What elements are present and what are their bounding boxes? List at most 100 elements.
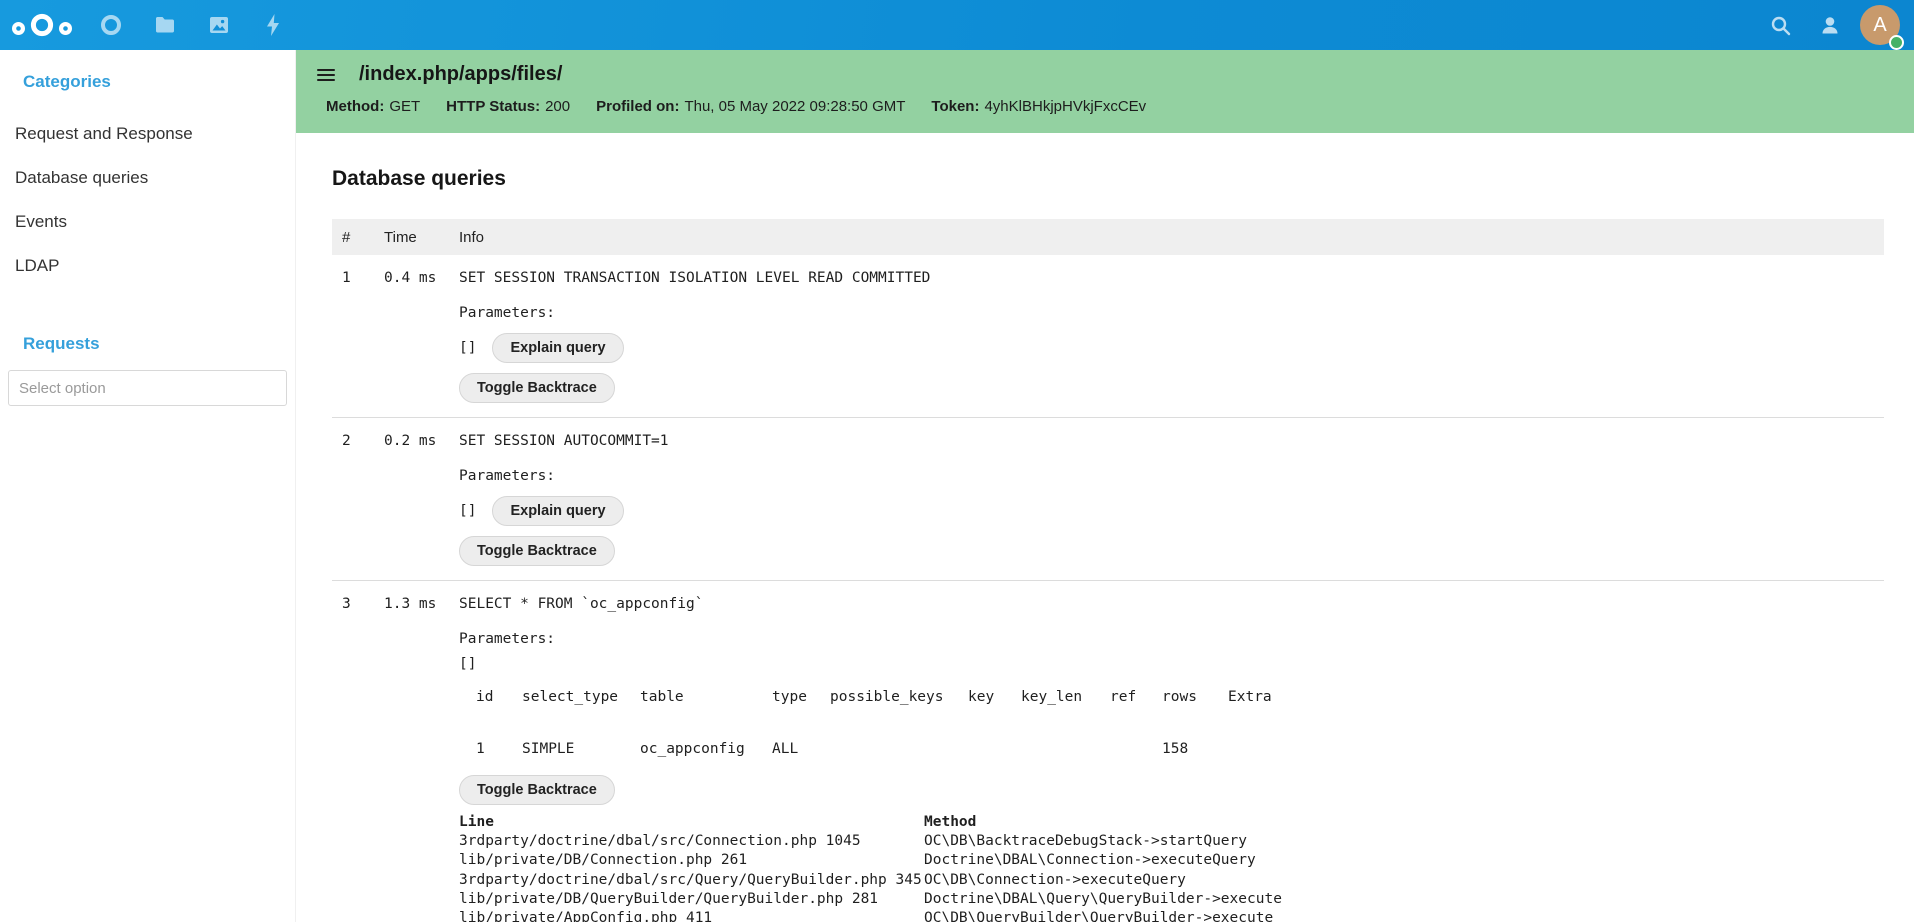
- topbar-actions: A: [1755, 0, 1914, 50]
- folder-icon: [154, 14, 176, 36]
- http-status-label: HTTP Status:: [446, 98, 540, 115]
- explain-val-id: 1: [476, 740, 522, 759]
- parameters-value: []: [459, 655, 1884, 674]
- explain-col-ref: ref: [1110, 688, 1162, 740]
- backtrace-row: lib/private/DB/QueryBuilder/QueryBuilder…: [459, 890, 1639, 909]
- backtrace-header-row: Line Method: [459, 813, 1639, 832]
- query-info: SET SESSION AUTOCOMMIT=1 Parameters: [] …: [459, 432, 1884, 566]
- sidebar-requests-heading: Requests: [0, 334, 295, 354]
- explain-col-possible-keys: possible_keys: [830, 688, 968, 740]
- query-sql: SET SESSION AUTOCOMMIT=1: [459, 432, 1884, 451]
- explain-query-button[interactable]: Explain query: [492, 496, 623, 526]
- explain-col-table: table: [640, 688, 772, 740]
- backtrace-line-header: Line: [459, 813, 924, 832]
- explain-val-type: ALL: [772, 740, 830, 759]
- app-files[interactable]: [138, 0, 192, 50]
- backtrace-method: OC\DB\QueryBuilder\QueryBuilder->execute: [924, 909, 1639, 922]
- explain-col-key: key: [968, 688, 1021, 740]
- requests-select-input[interactable]: [8, 370, 287, 406]
- backtrace-method-header: Method: [924, 813, 1639, 832]
- profile-meta: Method:GET HTTP Status:200 Profiled on:T…: [317, 98, 1914, 115]
- query-row: 2 0.2 ms SET SESSION AUTOCOMMIT=1 Parame…: [332, 417, 1884, 580]
- explain-header-row: id select_type table type possible_keys …: [476, 688, 1308, 740]
- backtrace-row: lib/private/DB/Connection.php 261 Doctri…: [459, 851, 1639, 870]
- toggle-backtrace-button[interactable]: Toggle Backtrace: [459, 775, 615, 805]
- explain-query-button[interactable]: Explain query: [492, 333, 623, 363]
- query-sql: SELECT * FROM `oc_appconfig`: [459, 595, 1884, 614]
- backtrace-line: lib/private/DB/QueryBuilder/QueryBuilder…: [459, 890, 924, 909]
- image-icon: [208, 14, 230, 36]
- content-area: Database queries # Time Info 1 0.4 ms SE…: [296, 133, 1914, 922]
- backtrace-table: Line Method 3rdparty/doctrine/dbal/src/C…: [459, 813, 1639, 922]
- http-status-value: 200: [545, 98, 570, 115]
- token-value: 4yhKlBHkjpHVkjFxcCEv: [984, 98, 1146, 115]
- method-value: GET: [389, 98, 420, 115]
- app-profiler[interactable]: [84, 0, 138, 50]
- backtrace-line: lib/private/DB/Connection.php 261: [459, 851, 924, 870]
- topbar: A: [0, 0, 1914, 50]
- contacts-button[interactable]: [1805, 0, 1855, 50]
- explain-col-select-type: select_type: [522, 688, 640, 740]
- parameters-label: Parameters:: [459, 467, 1884, 486]
- explain-val-rows: 158: [1162, 740, 1228, 759]
- contacts-icon: [1818, 14, 1842, 36]
- explain-col-extra: Extra: [1228, 688, 1308, 740]
- explain-val-extra: [1228, 740, 1308, 759]
- query-time: 0.2 ms: [384, 432, 459, 566]
- explain-result-table: id select_type table type possible_keys …: [476, 688, 1308, 759]
- lightning-icon: [263, 13, 283, 37]
- method-label: Method:: [326, 98, 384, 115]
- explain-val-possible-keys: [830, 740, 968, 759]
- explain-val-ref: [1110, 740, 1162, 759]
- query-sql: SET SESSION TRANSACTION ISOLATION LEVEL …: [459, 269, 1884, 288]
- profiled-url-title: /index.php/apps/files/: [359, 63, 562, 86]
- profiled-on-value: Thu, 05 May 2022 09:28:50 GMT: [684, 98, 905, 115]
- parameters-value: []: [459, 339, 476, 358]
- query-row: 1 0.4 ms SET SESSION TRANSACTION ISOLATI…: [332, 255, 1884, 417]
- app-photos[interactable]: [192, 0, 246, 50]
- search-button[interactable]: [1755, 0, 1805, 50]
- nextcloud-logo-icon: [9, 12, 75, 38]
- toggle-backtrace-button[interactable]: Toggle Backtrace: [459, 536, 615, 566]
- sidebar: Categories Request and Response Database…: [0, 50, 296, 922]
- main-panel: /index.php/apps/files/ Method: GET HTTP S…: [296, 50, 1914, 922]
- user-avatar[interactable]: A: [1860, 5, 1900, 45]
- col-info-header: Info: [459, 229, 1884, 246]
- toggle-backtrace-button[interactable]: Toggle Backtrace: [459, 373, 615, 403]
- backtrace-row: lib/private/AppConfig.php 411 OC\DB\Quer…: [459, 909, 1639, 922]
- page-title: Database queries: [332, 167, 1884, 191]
- backtrace-method: Doctrine\DBAL\Connection->executeQuery: [924, 851, 1639, 870]
- sidebar-item-events[interactable]: Events: [0, 200, 295, 244]
- backtrace-line: 3rdparty/doctrine/dbal/src/Connection.ph…: [459, 832, 924, 851]
- query-time: 0.4 ms: [384, 269, 459, 403]
- sidebar-categories-heading: Categories: [0, 72, 295, 92]
- sidebar-item-ldap[interactable]: LDAP: [0, 244, 295, 288]
- query-number: 2: [342, 432, 384, 566]
- query-info: SELECT * FROM `oc_appconfig` Parameters:…: [459, 595, 1884, 922]
- explain-val-key-len: [1021, 740, 1110, 759]
- explain-col-type: type: [772, 688, 830, 740]
- menu-toggle-icon[interactable]: [317, 64, 335, 86]
- search-icon: [1770, 15, 1791, 36]
- backtrace-row: 3rdparty/doctrine/dbal/src/Connection.ph…: [459, 832, 1639, 851]
- explain-col-id: id: [476, 688, 522, 740]
- backtrace-row: 3rdparty/doctrine/dbal/src/Query/QueryBu…: [459, 871, 1639, 890]
- token-label: Token:: [931, 98, 979, 115]
- backtrace-method: OC\DB\Connection->executeQuery: [924, 871, 1639, 890]
- col-num-header: #: [342, 229, 384, 246]
- backtrace-method: Doctrine\DBAL\Query\QueryBuilder->execut…: [924, 890, 1639, 909]
- sidebar-item-request-response[interactable]: Request and Response: [0, 112, 295, 156]
- query-row: 3 1.3 ms SELECT * FROM `oc_appconfig` Pa…: [332, 580, 1884, 922]
- topbar-apps: [0, 0, 300, 50]
- query-time: 1.3 ms: [384, 595, 459, 922]
- col-time-header: Time: [384, 229, 459, 246]
- explain-val-select-type: SIMPLE: [522, 740, 640, 759]
- explain-val-table: oc_appconfig: [640, 740, 772, 759]
- query-number: 3: [342, 595, 384, 922]
- parameters-label: Parameters:: [459, 304, 1884, 323]
- app-activity[interactable]: [246, 0, 300, 50]
- sidebar-item-database-queries[interactable]: Database queries: [0, 156, 295, 200]
- nextcloud-logo[interactable]: [0, 12, 84, 38]
- explain-val-key: [968, 740, 1021, 759]
- status-online-dot: [1889, 35, 1904, 50]
